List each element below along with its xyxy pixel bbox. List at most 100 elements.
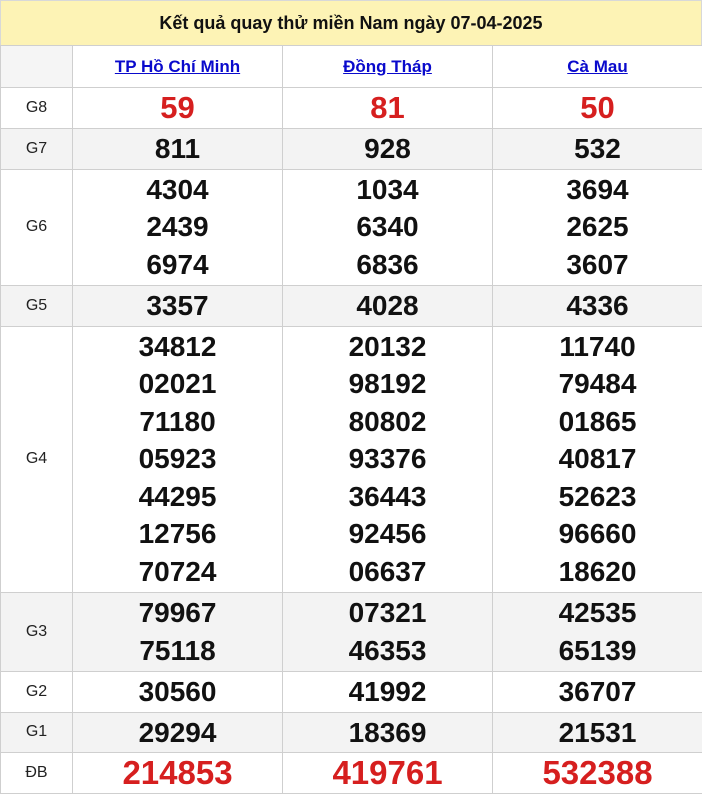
prize-cell: 21531 bbox=[492, 711, 702, 753]
prize-label: G3 bbox=[0, 591, 73, 672]
prize-row-g3: G3 79967 75118 07321 46353 42535 65139 bbox=[0, 591, 702, 672]
prize-cell: 11740 79484 01865 40817 52623 96660 18620 bbox=[492, 325, 702, 593]
prize-number: 41992 bbox=[348, 675, 427, 707]
header-blank-cell bbox=[0, 45, 73, 88]
prize-number: 98192 bbox=[348, 368, 427, 400]
prize-number: 2625 bbox=[566, 211, 629, 243]
prize-cell: 79967 75118 bbox=[72, 591, 283, 672]
prize-row-g4: G4 34812 02021 71180 05923 44295 12756 70724 201… bbox=[0, 325, 702, 593]
prize-cell: 532 bbox=[492, 127, 702, 170]
prize-cell: 20132 98192 80802 93376 36443 92456 06637 bbox=[282, 325, 493, 593]
prize-number: 21531 bbox=[558, 716, 637, 748]
prize-number: 928 bbox=[364, 132, 411, 164]
page-title: Kết quả quay thử miền Nam ngày 07-04-202… bbox=[0, 0, 702, 45]
prize-cell: 50 bbox=[492, 87, 702, 129]
province-header: TP Hồ Chí Minh bbox=[72, 45, 283, 88]
prize-number: 92456 bbox=[348, 518, 427, 550]
prize-number: 11740 bbox=[559, 330, 636, 362]
prize-cell: 18369 bbox=[282, 711, 493, 753]
prize-label: G4 bbox=[0, 325, 73, 593]
prize-number: 3357 bbox=[146, 289, 209, 321]
prize-cell: 419761 bbox=[282, 752, 493, 794]
prize-cell: 81 bbox=[282, 87, 493, 129]
prize-number: 70724 bbox=[138, 555, 217, 587]
prize-cell: 07321 46353 bbox=[282, 591, 493, 672]
prize-cell: 41992 bbox=[282, 670, 493, 713]
prize-label: ĐB bbox=[0, 752, 73, 794]
prize-number: 2439 bbox=[146, 211, 209, 243]
prize-number: 3694 bbox=[566, 173, 629, 205]
prize-number: 96660 bbox=[558, 518, 637, 550]
prize-number: 59 bbox=[160, 90, 195, 125]
prize-cell: 36707 bbox=[492, 670, 702, 713]
prize-number: 6340 bbox=[356, 211, 419, 243]
prize-cell: 29294 bbox=[72, 711, 283, 753]
prize-label: G8 bbox=[0, 87, 73, 129]
prize-number: 30560 bbox=[138, 675, 217, 707]
prize-number: 80802 bbox=[348, 405, 427, 437]
prize-number: 532388 bbox=[542, 754, 653, 792]
prize-number: 36707 bbox=[558, 675, 637, 707]
prize-number: 46353 bbox=[348, 634, 427, 666]
prize-number: 40817 bbox=[558, 443, 637, 475]
prize-label: G6 bbox=[0, 168, 73, 286]
province-link-hcm[interactable]: TP Hồ Chí Minh bbox=[115, 57, 240, 76]
prize-row-g6: G6 4304 2439 6974 1034 6340 6836 3694 2625 3607 bbox=[0, 168, 702, 286]
prize-number: 42535 bbox=[558, 597, 637, 628]
prize-cell: 3694 2625 3607 bbox=[492, 168, 702, 286]
prize-number: 4336 bbox=[566, 289, 629, 321]
prize-row-g2: G2 30560 41992 36707 bbox=[0, 670, 702, 713]
prize-number: 79484 bbox=[558, 368, 637, 400]
prize-number: 18620 bbox=[558, 555, 637, 587]
prize-cell: 811 bbox=[72, 127, 283, 170]
prize-cell: 928 bbox=[282, 127, 493, 170]
prize-number: 71180 bbox=[139, 405, 216, 437]
prize-number: 532 bbox=[574, 132, 621, 164]
prize-label: G5 bbox=[0, 284, 73, 327]
prize-row-g7: G7 811 928 532 bbox=[0, 127, 702, 170]
prize-number: 44295 bbox=[138, 480, 217, 512]
prize-cell: 3357 bbox=[72, 284, 283, 327]
prize-cell: 4028 bbox=[282, 284, 493, 327]
prize-cell: 30560 bbox=[72, 670, 283, 713]
prize-number: 18369 bbox=[348, 716, 427, 748]
prize-cell: 214853 bbox=[72, 752, 283, 794]
prize-cell: 59 bbox=[72, 87, 283, 129]
province-link-dong-thap[interactable]: Đồng Tháp bbox=[343, 57, 432, 76]
prize-number: 06637 bbox=[348, 555, 427, 587]
prize-number: 02021 bbox=[138, 368, 217, 400]
prize-cell: 532388 bbox=[492, 752, 702, 794]
prize-number: 05923 bbox=[138, 443, 217, 475]
prize-row-đb: ĐB 214853 419761 532388 bbox=[0, 752, 702, 794]
prize-cell: 4304 2439 6974 bbox=[72, 168, 283, 286]
prize-number: 29294 bbox=[138, 716, 217, 748]
prize-number: 6836 bbox=[356, 248, 419, 280]
prize-number: 811 bbox=[154, 132, 201, 164]
prize-number: 419761 bbox=[332, 754, 443, 792]
prize-label: G7 bbox=[0, 127, 73, 170]
prize-number: 79967 bbox=[138, 597, 217, 628]
prize-number: 01865 bbox=[558, 405, 637, 437]
prize-number: 07321 bbox=[348, 597, 427, 628]
prize-row-g8: G8 59 81 50 bbox=[0, 87, 702, 129]
prize-number: 34812 bbox=[138, 330, 217, 362]
prize-number: 36443 bbox=[348, 480, 427, 512]
prize-number: 93376 bbox=[348, 443, 427, 475]
prize-number: 75118 bbox=[139, 634, 216, 666]
prize-cell: 1034 6340 6836 bbox=[282, 168, 493, 286]
prize-row-g1: G1 29294 18369 21531 bbox=[0, 711, 702, 753]
prize-number: 65139 bbox=[558, 634, 637, 666]
prize-number: 52623 bbox=[558, 480, 637, 512]
prize-number: 3607 bbox=[566, 248, 629, 280]
prize-number: 81 bbox=[370, 90, 405, 125]
province-link-ca-mau[interactable]: Cà Mau bbox=[567, 57, 627, 76]
prize-number: 4028 bbox=[356, 289, 419, 321]
prize-cell: 4336 bbox=[492, 284, 702, 327]
prize-number: 4304 bbox=[146, 173, 209, 205]
province-header: Đồng Tháp bbox=[282, 45, 493, 88]
prize-row-g5: G5 3357 4028 4336 bbox=[0, 284, 702, 327]
province-header-row: TP Hồ Chí Minh Đồng Tháp Cà Mau bbox=[0, 45, 702, 88]
prize-label: G1 bbox=[0, 711, 73, 753]
prize-number: 214853 bbox=[122, 754, 233, 792]
prize-number: 20132 bbox=[348, 330, 427, 362]
